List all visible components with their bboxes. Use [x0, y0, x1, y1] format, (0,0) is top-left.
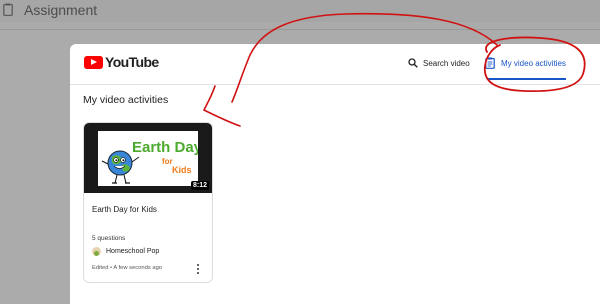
- channel-row: Homeschool Pop: [92, 247, 159, 256]
- assignment-header: Assignment: [0, 0, 600, 22]
- search-video-label: Search video: [423, 58, 470, 68]
- video-title[interactable]: Earth Day for Kids: [92, 205, 157, 214]
- clipboard-icon: [485, 57, 495, 69]
- video-activity-card[interactable]: Earth Day for Kids 8:12 Earth Day for Ki…: [83, 122, 213, 283]
- question-count: 5 questions: [92, 235, 126, 242]
- section-title: My video activities: [83, 94, 169, 106]
- youtube-wordmark: YouTube: [105, 54, 159, 70]
- active-tab-indicator: [487, 78, 566, 80]
- video-duration: 8:12: [190, 181, 209, 190]
- divider: [0, 29, 600, 30]
- tab-my-video-activities[interactable]: My video activities: [485, 57, 566, 69]
- edited-timestamp: Edited • A few seconds ago: [92, 265, 163, 271]
- search-icon: [408, 58, 418, 68]
- thumbnail-text-earth-day: Earth Day: [132, 139, 198, 156]
- channel-name: Homeschool Pop: [106, 248, 160, 255]
- video-thumbnail[interactable]: Earth Day for Kids 8:12: [84, 123, 212, 193]
- panel-header: YouTube Search video My video activities: [70, 44, 600, 85]
- assignment-icon: [3, 3, 13, 16]
- assignment-title: Assignment: [24, 2, 98, 18]
- tab-my-video-activities-label: My video activities: [501, 58, 566, 68]
- youtube-play-icon: [84, 55, 103, 69]
- channel-avatar: [92, 247, 101, 256]
- youtube-activities-panel: YouTube Search video My video activities…: [70, 44, 600, 304]
- more-options-icon[interactable]: [196, 264, 200, 276]
- search-video-button[interactable]: Search video: [408, 58, 470, 68]
- thumbnail-text-kids: Kids: [172, 165, 192, 175]
- youtube-logo: YouTube: [84, 54, 159, 70]
- earth-day-thumbnail-art: Earth Day for Kids: [98, 131, 198, 186]
